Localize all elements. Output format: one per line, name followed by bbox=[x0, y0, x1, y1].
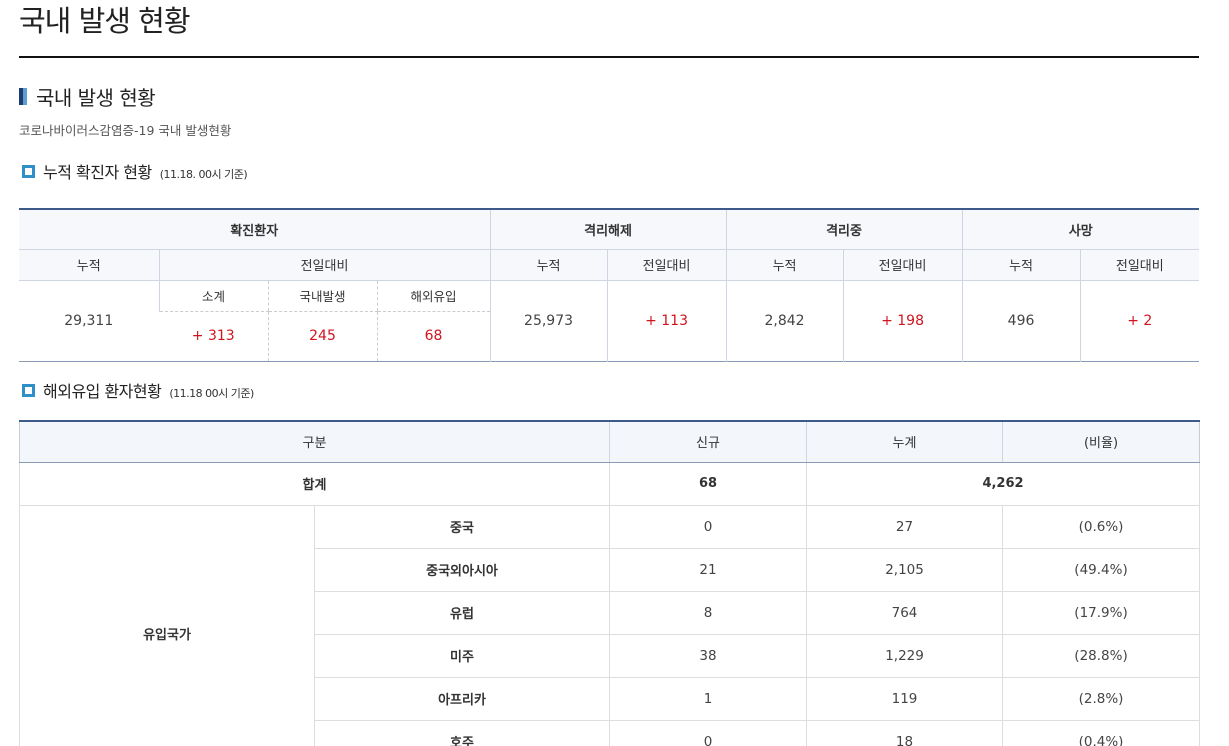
ratio-cell: (0.4%) bbox=[1002, 719, 1201, 746]
new-cell: 0 bbox=[609, 504, 808, 549]
sum-total: 4,262 bbox=[806, 461, 1201, 506]
new-cell: 21 bbox=[609, 547, 808, 592]
header-isolated-total: 누적 bbox=[725, 249, 844, 281]
sum-label: 합계 bbox=[18, 461, 611, 506]
region-cell: 호주 bbox=[313, 719, 611, 746]
deaths-daily-value: + 2 bbox=[1079, 280, 1200, 361]
header-isolated: 격리중 bbox=[725, 209, 963, 250]
confirmed-imported-value: 68 bbox=[376, 311, 491, 361]
total-cell: 119 bbox=[806, 676, 1004, 721]
region-cell: 아프리카 bbox=[313, 676, 611, 721]
square-bullet-icon bbox=[22, 383, 35, 397]
table-row: 유입국가 중국 0 27 (0.6%) bbox=[19, 504, 1201, 746]
imported-table: 구분 신규 누계 (비율) 합계 68 4,262 유입국가 중국 0 27 (0.6%… bbox=[18, 420, 1201, 746]
page-title: 국내 발생 현황 bbox=[19, 4, 191, 38]
new-cell: 0 bbox=[609, 719, 808, 746]
header-released-daily: 전일대비 bbox=[606, 249, 727, 281]
region-cell: 중국 bbox=[313, 504, 611, 549]
total-cell: 2,105 bbox=[806, 547, 1004, 592]
cumulative-title: 누적 확진자 현황 bbox=[43, 163, 152, 182]
section-description: 코로나바이러스감염증-19 국내 발생현황 bbox=[19, 123, 232, 138]
title-divider bbox=[19, 56, 1199, 58]
total-cell: 1,229 bbox=[806, 633, 1004, 678]
header-released-total: 누적 bbox=[489, 249, 608, 281]
square-bullet-icon bbox=[22, 164, 35, 178]
group-label: 유입국가 bbox=[19, 504, 315, 746]
ratio-cell: (0.6%) bbox=[1002, 504, 1201, 549]
header-confirmed: 확진환자 bbox=[19, 209, 491, 250]
section-title: 국내 발생 현황 bbox=[36, 86, 156, 110]
section-header: 국내 발생 현황 bbox=[19, 82, 156, 111]
header-deaths: 사망 bbox=[961, 209, 1200, 250]
cumulative-table: 확진환자 격리해제 격리중 사망 누적 전일대비 누적 전일대비 누적 전일대비… bbox=[19, 208, 1200, 362]
header-ratio: (비율) bbox=[1002, 421, 1200, 463]
header-local: 국내발생 bbox=[267, 280, 377, 312]
confirmed-subtotal-value: + 313 bbox=[191, 328, 235, 344]
confirmed-total-value: 29,311 bbox=[64, 312, 114, 329]
header-cumulative: 누계 bbox=[806, 421, 1003, 463]
ratio-cell: (28.8%) bbox=[1002, 633, 1201, 678]
header-released: 격리해제 bbox=[489, 209, 727, 250]
region-cell: 유럽 bbox=[313, 590, 611, 635]
total-cell: 764 bbox=[806, 590, 1004, 635]
header-confirmed-total: 누적 bbox=[19, 249, 159, 281]
table-row: 합계 68 4,262 bbox=[18, 461, 1201, 506]
ratio-cell: (49.4%) bbox=[1002, 547, 1201, 592]
ratio-cell: (17.9%) bbox=[1002, 590, 1201, 635]
region-cell: 미주 bbox=[313, 633, 611, 678]
new-cell: 38 bbox=[609, 633, 808, 678]
header-deaths-total: 누적 bbox=[961, 249, 1081, 281]
isolated-daily-value: + 198 bbox=[842, 280, 963, 361]
new-cell: 1 bbox=[609, 676, 808, 721]
isolated-total-value: 2,842 bbox=[725, 280, 844, 361]
sum-new: 68 bbox=[609, 461, 808, 506]
released-daily-value: + 113 bbox=[606, 280, 727, 361]
ratio-cell: (2.8%) bbox=[1002, 676, 1201, 721]
header-category: 구분 bbox=[19, 421, 610, 463]
deaths-total-value: 496 bbox=[961, 280, 1081, 361]
header-imported: 해외유입 bbox=[376, 280, 491, 312]
confirmed-local-value: 245 bbox=[267, 311, 377, 361]
cumulative-note: (11.18. 00시 기준) bbox=[159, 168, 248, 181]
header-confirmed-daily: 전일대비 bbox=[158, 249, 491, 281]
imported-title: 해외유입 환자현황 bbox=[43, 382, 162, 401]
header-isolated-daily: 전일대비 bbox=[842, 249, 963, 281]
released-total-value: 25,973 bbox=[489, 280, 608, 361]
region-cell: 중국외아시아 bbox=[313, 547, 611, 592]
header-deaths-daily: 전일대비 bbox=[1079, 249, 1200, 281]
total-cell: 18 bbox=[806, 719, 1004, 746]
imported-header: 해외유입 환자현황 (11.18 00시 기준) bbox=[22, 378, 254, 402]
section-bar-icon bbox=[19, 88, 27, 105]
header-new: 신규 bbox=[609, 421, 807, 463]
new-cell: 8 bbox=[609, 590, 808, 635]
imported-note: (11.18 00시 기준) bbox=[169, 387, 254, 400]
cumulative-header: 누적 확진자 현황 (11.18. 00시 기준) bbox=[22, 159, 248, 183]
total-cell: 27 bbox=[806, 504, 1004, 549]
header-subtotal: 소계 bbox=[158, 280, 268, 312]
